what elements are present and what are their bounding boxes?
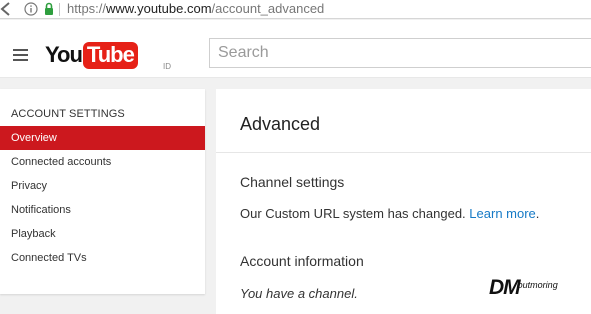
watermark-sub: outmoring bbox=[517, 280, 558, 290]
url-host: www.youtube.com bbox=[106, 1, 212, 16]
title-divider bbox=[216, 152, 591, 153]
address-url[interactable]: https://www.youtube.com/account_advanced bbox=[67, 1, 324, 17]
page-title: Advanced bbox=[240, 114, 321, 134]
sidebar-item-overview[interactable]: Overview bbox=[0, 126, 205, 150]
sidebar-item-privacy[interactable]: Privacy bbox=[0, 174, 205, 198]
account-settings-sidebar: ACCOUNT SETTINGS Overview Connected acco… bbox=[0, 89, 205, 294]
logo-tube-text: Tube bbox=[82, 42, 138, 69]
back-arrow-icon[interactable] bbox=[0, 1, 11, 17]
search-box bbox=[209, 38, 591, 68]
url-path: /account_advanced bbox=[211, 1, 325, 16]
browser-address-bar: https://www.youtube.com/account_advanced bbox=[0, 0, 591, 19]
channel-settings-title: Channel settings bbox=[240, 174, 345, 190]
custom-url-notice: Our Custom URL system has changed. bbox=[240, 206, 466, 221]
logo-you-text: You bbox=[45, 42, 83, 67]
sidebar-item-playback[interactable]: Playback bbox=[0, 222, 205, 246]
account-information-text: You have a channel. bbox=[240, 286, 358, 301]
channel-settings-text: Our Custom URL system has changed. Learn… bbox=[240, 206, 539, 221]
url-divider bbox=[59, 3, 60, 16]
masthead: You Tube ID bbox=[0, 20, 591, 78]
lock-icon bbox=[45, 2, 53, 15]
sidebar-nav: Overview Connected accounts Privacy Noti… bbox=[0, 126, 205, 270]
url-scheme: https:// bbox=[67, 1, 107, 16]
learn-more-link[interactable]: Learn more bbox=[469, 206, 535, 221]
info-icon[interactable] bbox=[24, 2, 38, 16]
watermark-logo: DMoutmoring bbox=[489, 276, 558, 299]
sidebar-item-connected-accounts[interactable]: Connected accounts bbox=[0, 150, 205, 174]
youtube-logo[interactable]: You Tube ID bbox=[45, 42, 171, 71]
learn-more-trailing: . bbox=[535, 206, 540, 221]
search-input[interactable] bbox=[210, 39, 591, 67]
sidebar-item-connected-tvs[interactable]: Connected TVs bbox=[0, 246, 205, 270]
logo-region-code: ID bbox=[163, 62, 171, 71]
sidebar-item-notifications[interactable]: Notifications bbox=[0, 198, 205, 222]
sidebar-heading: ACCOUNT SETTINGS bbox=[11, 108, 125, 120]
account-information-title: Account information bbox=[240, 253, 364, 269]
menu-icon[interactable] bbox=[13, 49, 28, 61]
watermark-brand: DM bbox=[489, 276, 521, 299]
